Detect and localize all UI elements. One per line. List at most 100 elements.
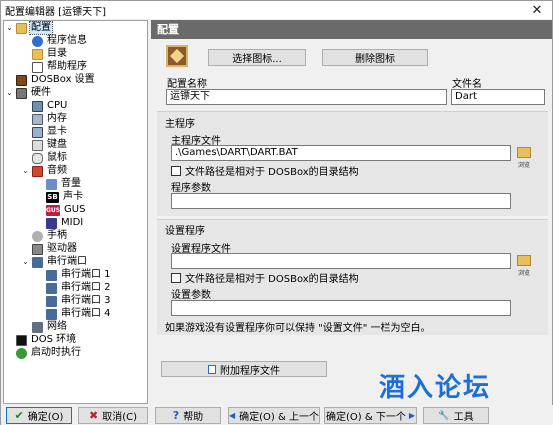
ok-button[interactable]: ✔ 确定(O) xyxy=(6,407,72,424)
check-icon: ✔ xyxy=(14,409,24,422)
network-icon xyxy=(32,321,43,333)
attach-icon xyxy=(208,364,216,374)
folder-icon xyxy=(32,48,43,60)
tree-item-dos-environment[interactable]: DOS 环境 xyxy=(16,334,77,346)
serial-port-icon xyxy=(32,256,43,268)
checkbox-box[interactable] xyxy=(171,165,181,176)
wrench-icon: 🔧 xyxy=(438,410,450,421)
tree-item-sound-card[interactable]: SB 声卡 xyxy=(46,191,84,203)
mouse-icon xyxy=(32,152,43,164)
tree-item-serial-ports[interactable]: 串行端口 xyxy=(32,256,88,268)
tree-item-graphics[interactable]: 显卡 xyxy=(32,126,68,138)
setup-params-input[interactable] xyxy=(171,300,511,316)
gus-icon: GUS xyxy=(46,204,61,216)
setup-program-section: 设置程序 设置程序文件 浏览 文件路径是相对于 DOSBox的目录结构 设置参数… xyxy=(157,219,548,335)
tree-item-serial-port-1[interactable]: 串行端口 1 xyxy=(46,269,112,281)
tree-expander-icon[interactable]: ⌄ xyxy=(21,256,30,268)
tree-item-dosbox-settings[interactable]: DOSBox 设置 xyxy=(16,74,96,86)
serial-port-icon xyxy=(46,295,57,307)
tree-item-label: 串行端口 1 xyxy=(61,269,111,280)
tree-item-label: 网络 xyxy=(47,321,67,332)
main-program-section: 主程序 主程序文件 .\Games\DART\DART.BAT 浏览 文件路径是… xyxy=(157,111,548,216)
help-button-label: 帮助 xyxy=(183,412,204,423)
folder-icon xyxy=(517,255,531,266)
cancel-button-label: 取消(C) xyxy=(102,412,137,423)
attach-program-file-button[interactable]: 附加程序文件 xyxy=(161,361,327,377)
tree-item-serial-port-2[interactable]: 串行端口 2 xyxy=(46,282,112,294)
config-panel: 配置 选择图标... 删除图标 配置名称 运镖天下 文件名 Dart 主程序 主… xyxy=(151,20,552,404)
tree-item-mouse[interactable]: 鼠标 xyxy=(32,152,68,164)
tree-item-label: 音量 xyxy=(61,178,81,189)
tree-item-directory[interactable]: 目录 xyxy=(32,48,68,60)
ok-previous-button-label: 确定(O) & 上一个 xyxy=(239,412,319,423)
tree-item-joystick[interactable]: 手柄 xyxy=(32,230,68,242)
info-icon xyxy=(32,35,43,47)
tree-item-audio[interactable]: 音频 xyxy=(32,165,68,177)
tree-item-help-program[interactable]: 帮助程序 xyxy=(32,61,88,73)
checkbox-label: 文件路径是相对于 DOSBox的目录结构 xyxy=(185,167,359,178)
tools-button[interactable]: 🔧 工具 xyxy=(423,407,489,424)
tree-item-volume[interactable]: 音量 xyxy=(46,178,82,190)
config-editor-window: 配置编辑器 [运镖天下] ✕ ⌄ 配置 程序信息 目录 帮助程序 DOSBox … xyxy=(0,0,553,425)
ok-next-button-label: 确定(O) & 下一个 xyxy=(326,412,406,423)
ok-previous-button[interactable]: ◀ 确定(O) & 上一个 xyxy=(228,407,320,424)
checkbox-box[interactable] xyxy=(171,272,181,283)
main-relative-checkbox[interactable]: 文件路径是相对于 DOSBox的目录结构 xyxy=(171,163,359,178)
tree-item-autorun[interactable]: 启动时执行 xyxy=(16,347,82,359)
tree-item-label: 内存 xyxy=(47,113,67,124)
setup-relative-checkbox[interactable]: 文件路径是相对于 DOSBox的目录结构 xyxy=(171,270,359,285)
help-icon: ? xyxy=(172,409,180,422)
setup-file-input[interactable] xyxy=(171,253,511,269)
tree-item-serial-port-3[interactable]: 串行端口 3 xyxy=(46,295,112,307)
tree-expander-icon[interactable]: ⌄ xyxy=(5,22,14,34)
tree-item-label: 声卡 xyxy=(63,191,83,202)
browse-label: 浏览 xyxy=(517,270,530,277)
panel-header: 配置 xyxy=(151,20,552,39)
tree-item-label: CPU xyxy=(47,100,68,111)
config-name-input[interactable]: 运镖天下 xyxy=(166,89,447,105)
delete-icon-button[interactable]: 删除图标 xyxy=(322,49,428,66)
setup-file-browse-button[interactable]: 浏览 xyxy=(515,254,533,282)
tree-item-network[interactable]: 网络 xyxy=(32,321,68,333)
memory-icon xyxy=(32,113,43,125)
help-button[interactable]: ? 帮助 xyxy=(155,407,221,424)
autorun-icon xyxy=(16,347,27,359)
tree-item-hardware[interactable]: 硬件 xyxy=(16,87,52,99)
tree-item-program-info[interactable]: 程序信息 xyxy=(32,35,88,47)
tree-item-keyboard[interactable]: 键盘 xyxy=(32,139,68,151)
tree-item-config[interactable]: 配置 xyxy=(16,21,53,35)
tree-item-label: 显卡 xyxy=(47,126,67,137)
main-params-input[interactable] xyxy=(171,193,511,209)
main-file-browse-button[interactable]: 浏览 xyxy=(515,146,533,174)
tree-item-gus[interactable]: GUS GUS xyxy=(46,204,86,216)
file-name-input[interactable]: Dart xyxy=(451,89,545,105)
tree-item-label: 鼠标 xyxy=(47,152,67,163)
tree-item-label: 手柄 xyxy=(47,230,67,241)
tree-item-label: 串行端口 xyxy=(47,256,87,267)
tree-expander-icon[interactable]: ⌄ xyxy=(21,165,30,177)
tree-item-serial-port-4[interactable]: 串行端口 4 xyxy=(46,308,112,320)
tree-item-label: 启动时执行 xyxy=(31,347,81,358)
watermark-logo: 酒入论坛 xyxy=(379,373,492,403)
graphics-card-icon xyxy=(32,126,43,138)
tree-item-label: 驱动器 xyxy=(47,243,77,254)
tree-item-memory[interactable]: 内存 xyxy=(32,113,68,125)
tree-item-label: 配置 xyxy=(29,21,53,35)
tree-item-cpu[interactable]: CPU xyxy=(32,100,68,112)
tree-expander-icon[interactable]: ⌄ xyxy=(5,87,14,99)
main-file-input[interactable]: .\Games\DART\DART.BAT xyxy=(171,145,511,161)
attach-button-label: 附加程序文件 xyxy=(220,365,280,377)
tree-item-midi[interactable]: MIDI xyxy=(46,217,84,229)
tree-item-label: DOSBox 设置 xyxy=(31,74,95,85)
midi-icon xyxy=(46,217,57,229)
select-icon-button[interactable]: 选择图标... xyxy=(208,49,306,66)
ok-next-button[interactable]: 确定(O) & 下一个 ▶ xyxy=(324,407,417,424)
keyboard-icon xyxy=(32,139,43,151)
tree-item-drives[interactable]: 驱动器 xyxy=(32,243,78,255)
setup-section-title: 设置程序 xyxy=(165,226,205,237)
file-name-label: 文件名 xyxy=(452,79,482,90)
cancel-button[interactable]: ✖ 取消(C) xyxy=(78,407,148,424)
close-icon[interactable]: ✕ xyxy=(522,1,552,19)
tree-item-label: 音频 xyxy=(47,165,67,176)
title-bar: 配置编辑器 [运镖天下] ✕ xyxy=(1,1,552,19)
